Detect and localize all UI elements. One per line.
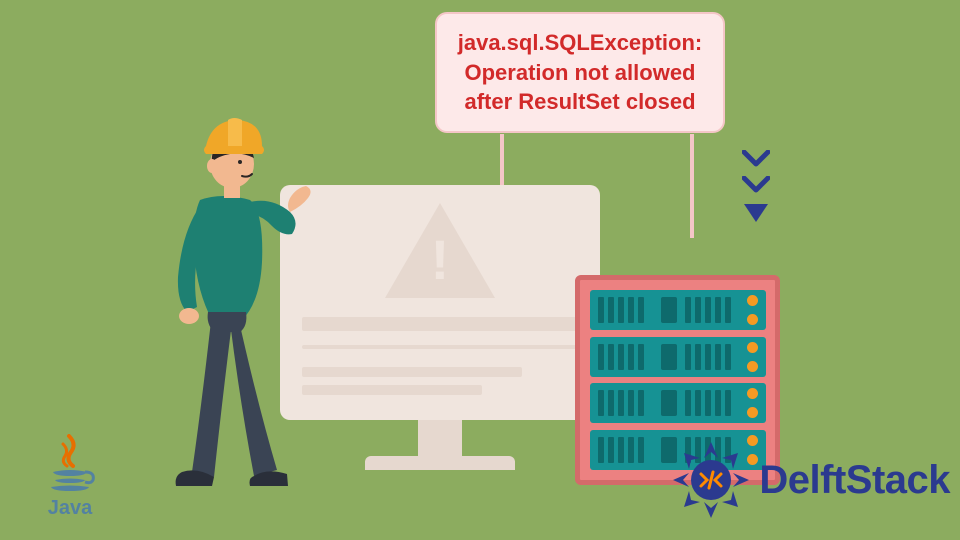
java-logo-text: Java	[30, 497, 110, 520]
down-arrows-group	[742, 150, 770, 230]
exclamation-mark: !	[431, 227, 450, 292]
led-indicator-icon	[747, 361, 758, 372]
chevron-down-icon	[742, 176, 770, 196]
bubble-pointer-to-server	[690, 134, 694, 238]
java-logo: Java	[30, 434, 110, 520]
delftstack-emblem-icon	[669, 438, 753, 522]
led-indicator-icon	[747, 342, 758, 353]
placeholder-bar	[302, 317, 578, 331]
led-indicator-icon	[747, 388, 758, 399]
error-line-3: after ResultSet closed	[453, 87, 707, 117]
led-indicator-icon	[747, 295, 758, 306]
error-line-1: java.sql.SQLException:	[453, 28, 707, 58]
monitor-stand	[418, 420, 462, 456]
server-unit	[590, 337, 766, 377]
triangle-down-icon	[742, 202, 770, 224]
error-speech-bubble: java.sql.SQLException: Operation not all…	[435, 12, 725, 133]
java-cup-icon	[45, 434, 95, 492]
person-svg	[142, 102, 342, 486]
led-indicator-icon	[747, 314, 758, 325]
server-unit	[590, 383, 766, 423]
chevron-down-icon	[742, 150, 770, 170]
server-unit	[590, 290, 766, 330]
placeholder-bar	[302, 345, 578, 349]
led-indicator-icon	[747, 407, 758, 418]
monitor-base	[365, 456, 515, 470]
error-line-2: Operation not allowed	[453, 58, 707, 88]
bubble-pointer-to-monitor	[500, 134, 504, 188]
delftstack-logo-text: DelftStack	[759, 458, 950, 503]
construction-worker-illustration	[142, 102, 342, 486]
delftstack-logo: DelftStack	[669, 438, 950, 522]
